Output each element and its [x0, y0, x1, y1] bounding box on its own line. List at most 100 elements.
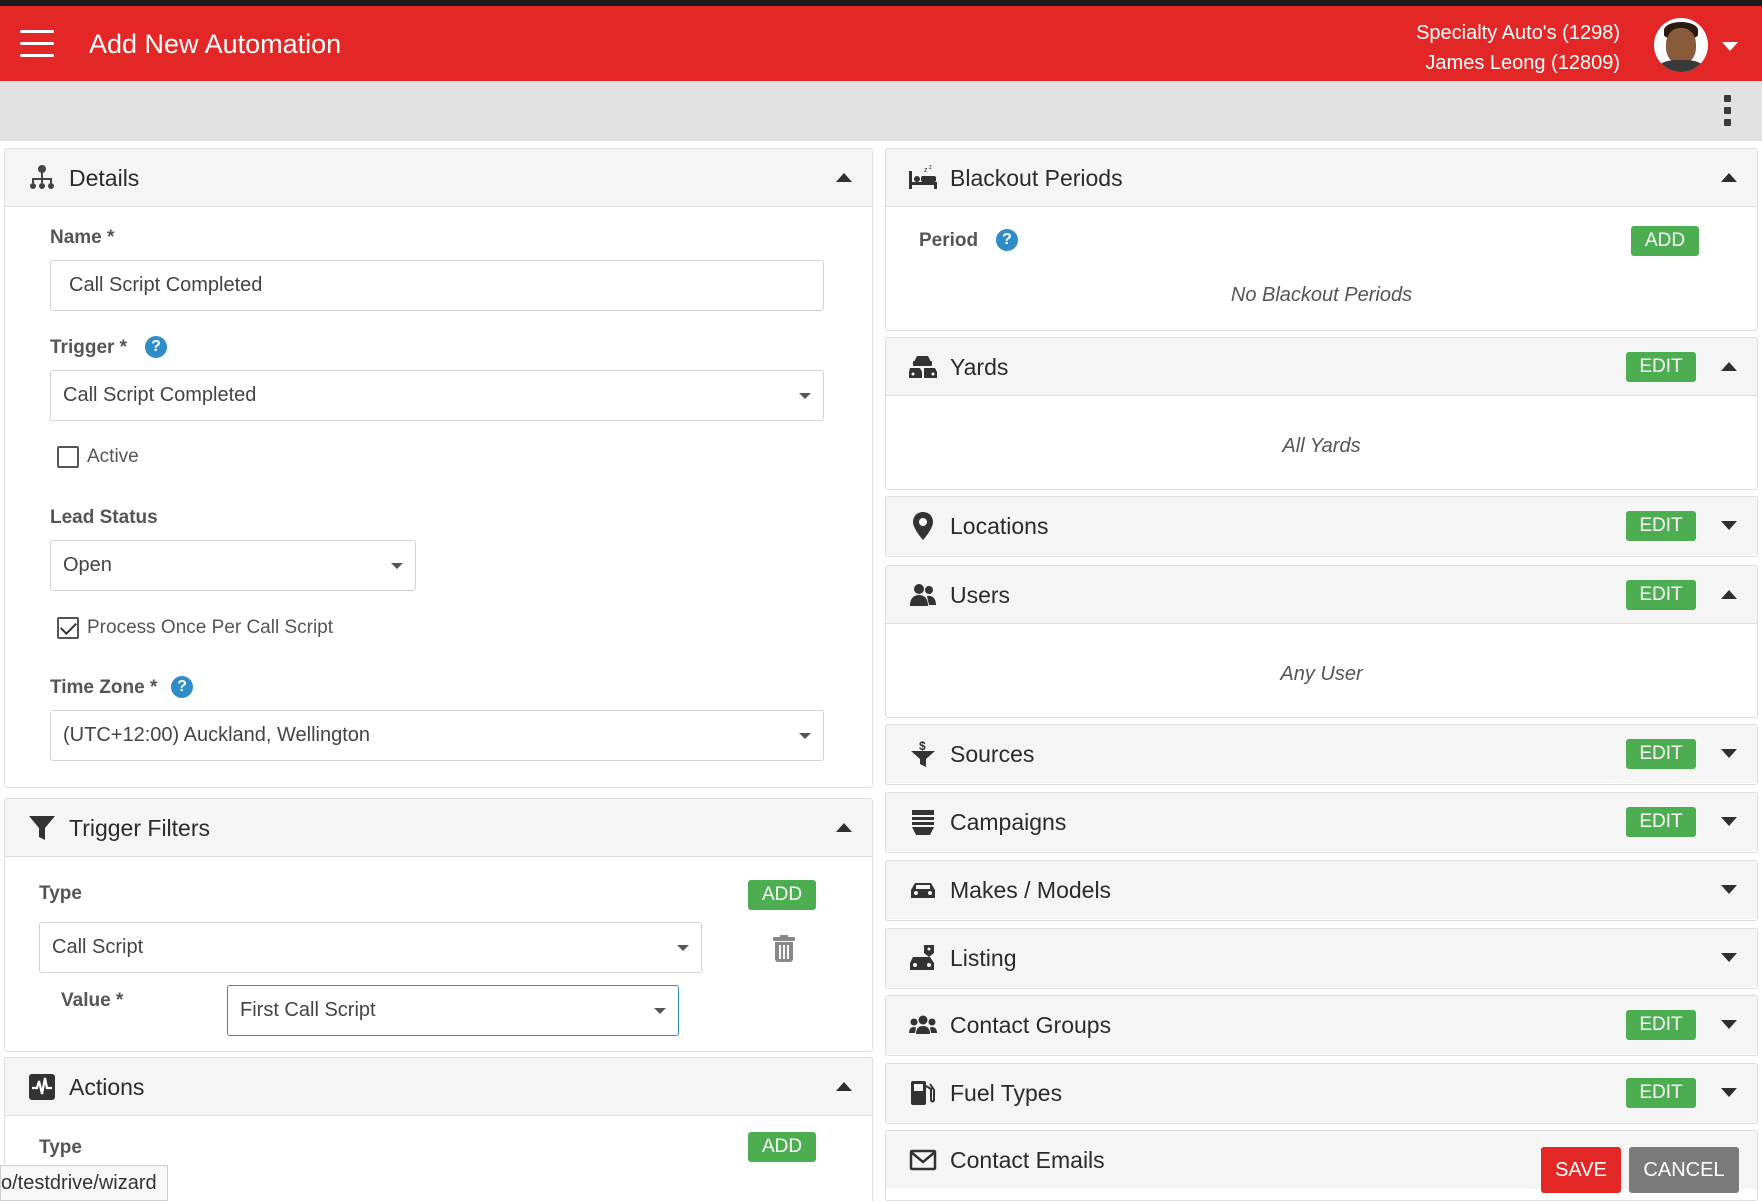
filter-type-label: Type — [39, 883, 82, 904]
account-menu-caret-icon[interactable] — [1722, 42, 1738, 51]
period-help-icon[interactable]: ? — [996, 229, 1018, 251]
name-input[interactable] — [50, 260, 824, 311]
user-group-icon — [908, 1010, 938, 1040]
edit-yards-button[interactable]: EDIT — [1626, 352, 1696, 382]
contact-emails-panel: Contact Emails — [885, 1130, 1758, 1201]
expand-caret-icon[interactable] — [1721, 749, 1737, 758]
actions-header[interactable]: Actions — [5, 1058, 872, 1116]
edit-fuel-types-button[interactable]: EDIT — [1626, 1078, 1696, 1108]
page-title: Add New Automation — [89, 29, 342, 59]
collapse-caret-icon[interactable] — [1721, 362, 1737, 371]
collapse-caret-icon[interactable] — [1721, 590, 1737, 599]
layers-icon — [908, 807, 938, 837]
trigger-select[interactable]: Call Script Completed — [50, 370, 824, 421]
details-header[interactable]: Details — [5, 149, 872, 207]
add-filter-button[interactable]: ADD — [748, 880, 816, 910]
trigger-filters-header[interactable]: Trigger Filters — [5, 799, 872, 857]
blackout-header[interactable]: zz Blackout Periods — [886, 149, 1757, 207]
delete-filter-icon[interactable] — [773, 935, 795, 963]
makes-models-title: Makes / Models — [950, 877, 1112, 903]
edit-sources-button[interactable]: EDIT — [1626, 739, 1696, 769]
active-checkbox[interactable] — [57, 446, 79, 468]
more-options-icon[interactable] — [1724, 95, 1732, 129]
cars-icon — [908, 352, 938, 382]
expand-caret-icon[interactable] — [1721, 953, 1737, 962]
envelope-icon — [908, 1145, 938, 1175]
expand-caret-icon[interactable] — [1721, 817, 1737, 826]
campaigns-header[interactable]: Campaigns EDIT — [886, 793, 1757, 851]
svg-text:z: z — [924, 167, 928, 174]
lead-status-value: Open — [63, 554, 112, 576]
add-action-button[interactable]: ADD — [748, 1132, 816, 1162]
edit-campaigns-button[interactable]: EDIT — [1626, 807, 1696, 837]
fuel-types-panel: Fuel Types EDIT — [885, 1063, 1758, 1124]
avatar[interactable] — [1654, 18, 1708, 72]
user-name: James Leong (12809) — [1425, 52, 1620, 74]
makes-models-header[interactable]: Makes / Models — [886, 861, 1757, 919]
company-name: Specialty Auto's (1298) — [1416, 22, 1620, 44]
edit-contact-groups-button[interactable]: EDIT — [1626, 1010, 1696, 1040]
lead-status-label: Lead Status — [50, 507, 158, 528]
add-blackout-button[interactable]: ADD — [1631, 226, 1699, 256]
timezone-select-value: (UTC+12:00) Auckland, Wellington — [63, 724, 371, 746]
blackout-empty-text: No Blackout Periods — [1230, 284, 1413, 306]
sources-title: Sources — [950, 741, 1035, 767]
bed-icon: zz — [908, 163, 938, 193]
period-label: Period — [919, 230, 979, 251]
expand-caret-icon[interactable] — [1721, 521, 1737, 530]
svg-text:$: $ — [919, 739, 926, 753]
timezone-select[interactable]: (UTC+12:00) Auckland, Wellington — [50, 710, 824, 761]
funnel-dollar-icon: $ — [908, 739, 938, 769]
expand-caret-icon[interactable] — [1721, 1088, 1737, 1097]
cancel-button[interactable]: CANCEL — [1629, 1147, 1739, 1193]
car-tag-icon — [908, 943, 938, 973]
collapse-caret-icon[interactable] — [836, 1082, 852, 1091]
action-type-label: Type — [39, 1137, 82, 1158]
locations-panel: Locations EDIT — [885, 496, 1758, 557]
trigger-filters-panel: Trigger Filters Type ADD Call Script Val… — [4, 798, 873, 1052]
trigger-help-icon[interactable]: ? — [145, 336, 167, 358]
filter-type-select[interactable]: Call Script — [39, 922, 702, 973]
lead-status-select[interactable]: Open — [50, 540, 416, 591]
contact-groups-title: Contact Groups — [950, 1012, 1112, 1038]
actions-title: Actions — [69, 1074, 145, 1100]
details-title: Details — [69, 165, 140, 191]
collapse-caret-icon[interactable] — [836, 173, 852, 182]
contact-groups-header[interactable]: Contact Groups EDIT — [886, 996, 1757, 1054]
listing-header[interactable]: Listing — [886, 929, 1757, 987]
map-marker-icon — [908, 511, 938, 541]
save-button[interactable]: SAVE — [1541, 1147, 1621, 1193]
filter-value-select[interactable]: First Call Script — [227, 985, 679, 1036]
locations-header[interactable]: Locations EDIT — [886, 497, 1757, 555]
account-info: Specialty Auto's (1298) James Leong (128… — [1416, 18, 1620, 78]
dropdown-arrow-icon — [677, 945, 689, 951]
users-panel: Users EDIT Any User — [885, 565, 1758, 718]
status-bar-url: o/testdrive/wizard — [0, 1165, 168, 1201]
campaigns-title: Campaigns — [950, 809, 1067, 835]
blackout-title: Blackout Periods — [950, 165, 1123, 191]
edit-locations-button[interactable]: EDIT — [1626, 511, 1696, 541]
activity-icon — [27, 1072, 57, 1102]
sources-panel: $ Sources EDIT — [885, 724, 1758, 785]
yards-panel: Yards EDIT All Yards — [885, 337, 1758, 490]
car-icon — [908, 875, 938, 905]
gas-pump-icon — [908, 1078, 938, 1108]
collapse-caret-icon[interactable] — [1721, 173, 1737, 182]
menu-icon[interactable] — [20, 30, 54, 58]
expand-caret-icon[interactable] — [1721, 1020, 1737, 1029]
process-once-checkbox[interactable] — [57, 617, 79, 639]
fuel-types-header[interactable]: Fuel Types EDIT — [886, 1064, 1757, 1122]
yards-header[interactable]: Yards EDIT — [886, 338, 1757, 396]
yards-empty-text: All Yards — [1282, 435, 1361, 457]
timezone-help-icon[interactable]: ? — [171, 676, 193, 698]
filter-value-label: Value * — [61, 990, 124, 1011]
users-icon — [908, 580, 938, 610]
users-header[interactable]: Users EDIT — [886, 566, 1757, 624]
edit-users-button[interactable]: EDIT — [1626, 580, 1696, 610]
yards-title: Yards — [950, 354, 1009, 380]
makes-models-panel: Makes / Models — [885, 860, 1758, 921]
collapse-caret-icon[interactable] — [836, 823, 852, 832]
expand-caret-icon[interactable] — [1721, 885, 1737, 894]
contact-emails-header[interactable]: Contact Emails — [886, 1131, 1757, 1189]
sources-header[interactable]: $ Sources EDIT — [886, 725, 1757, 783]
